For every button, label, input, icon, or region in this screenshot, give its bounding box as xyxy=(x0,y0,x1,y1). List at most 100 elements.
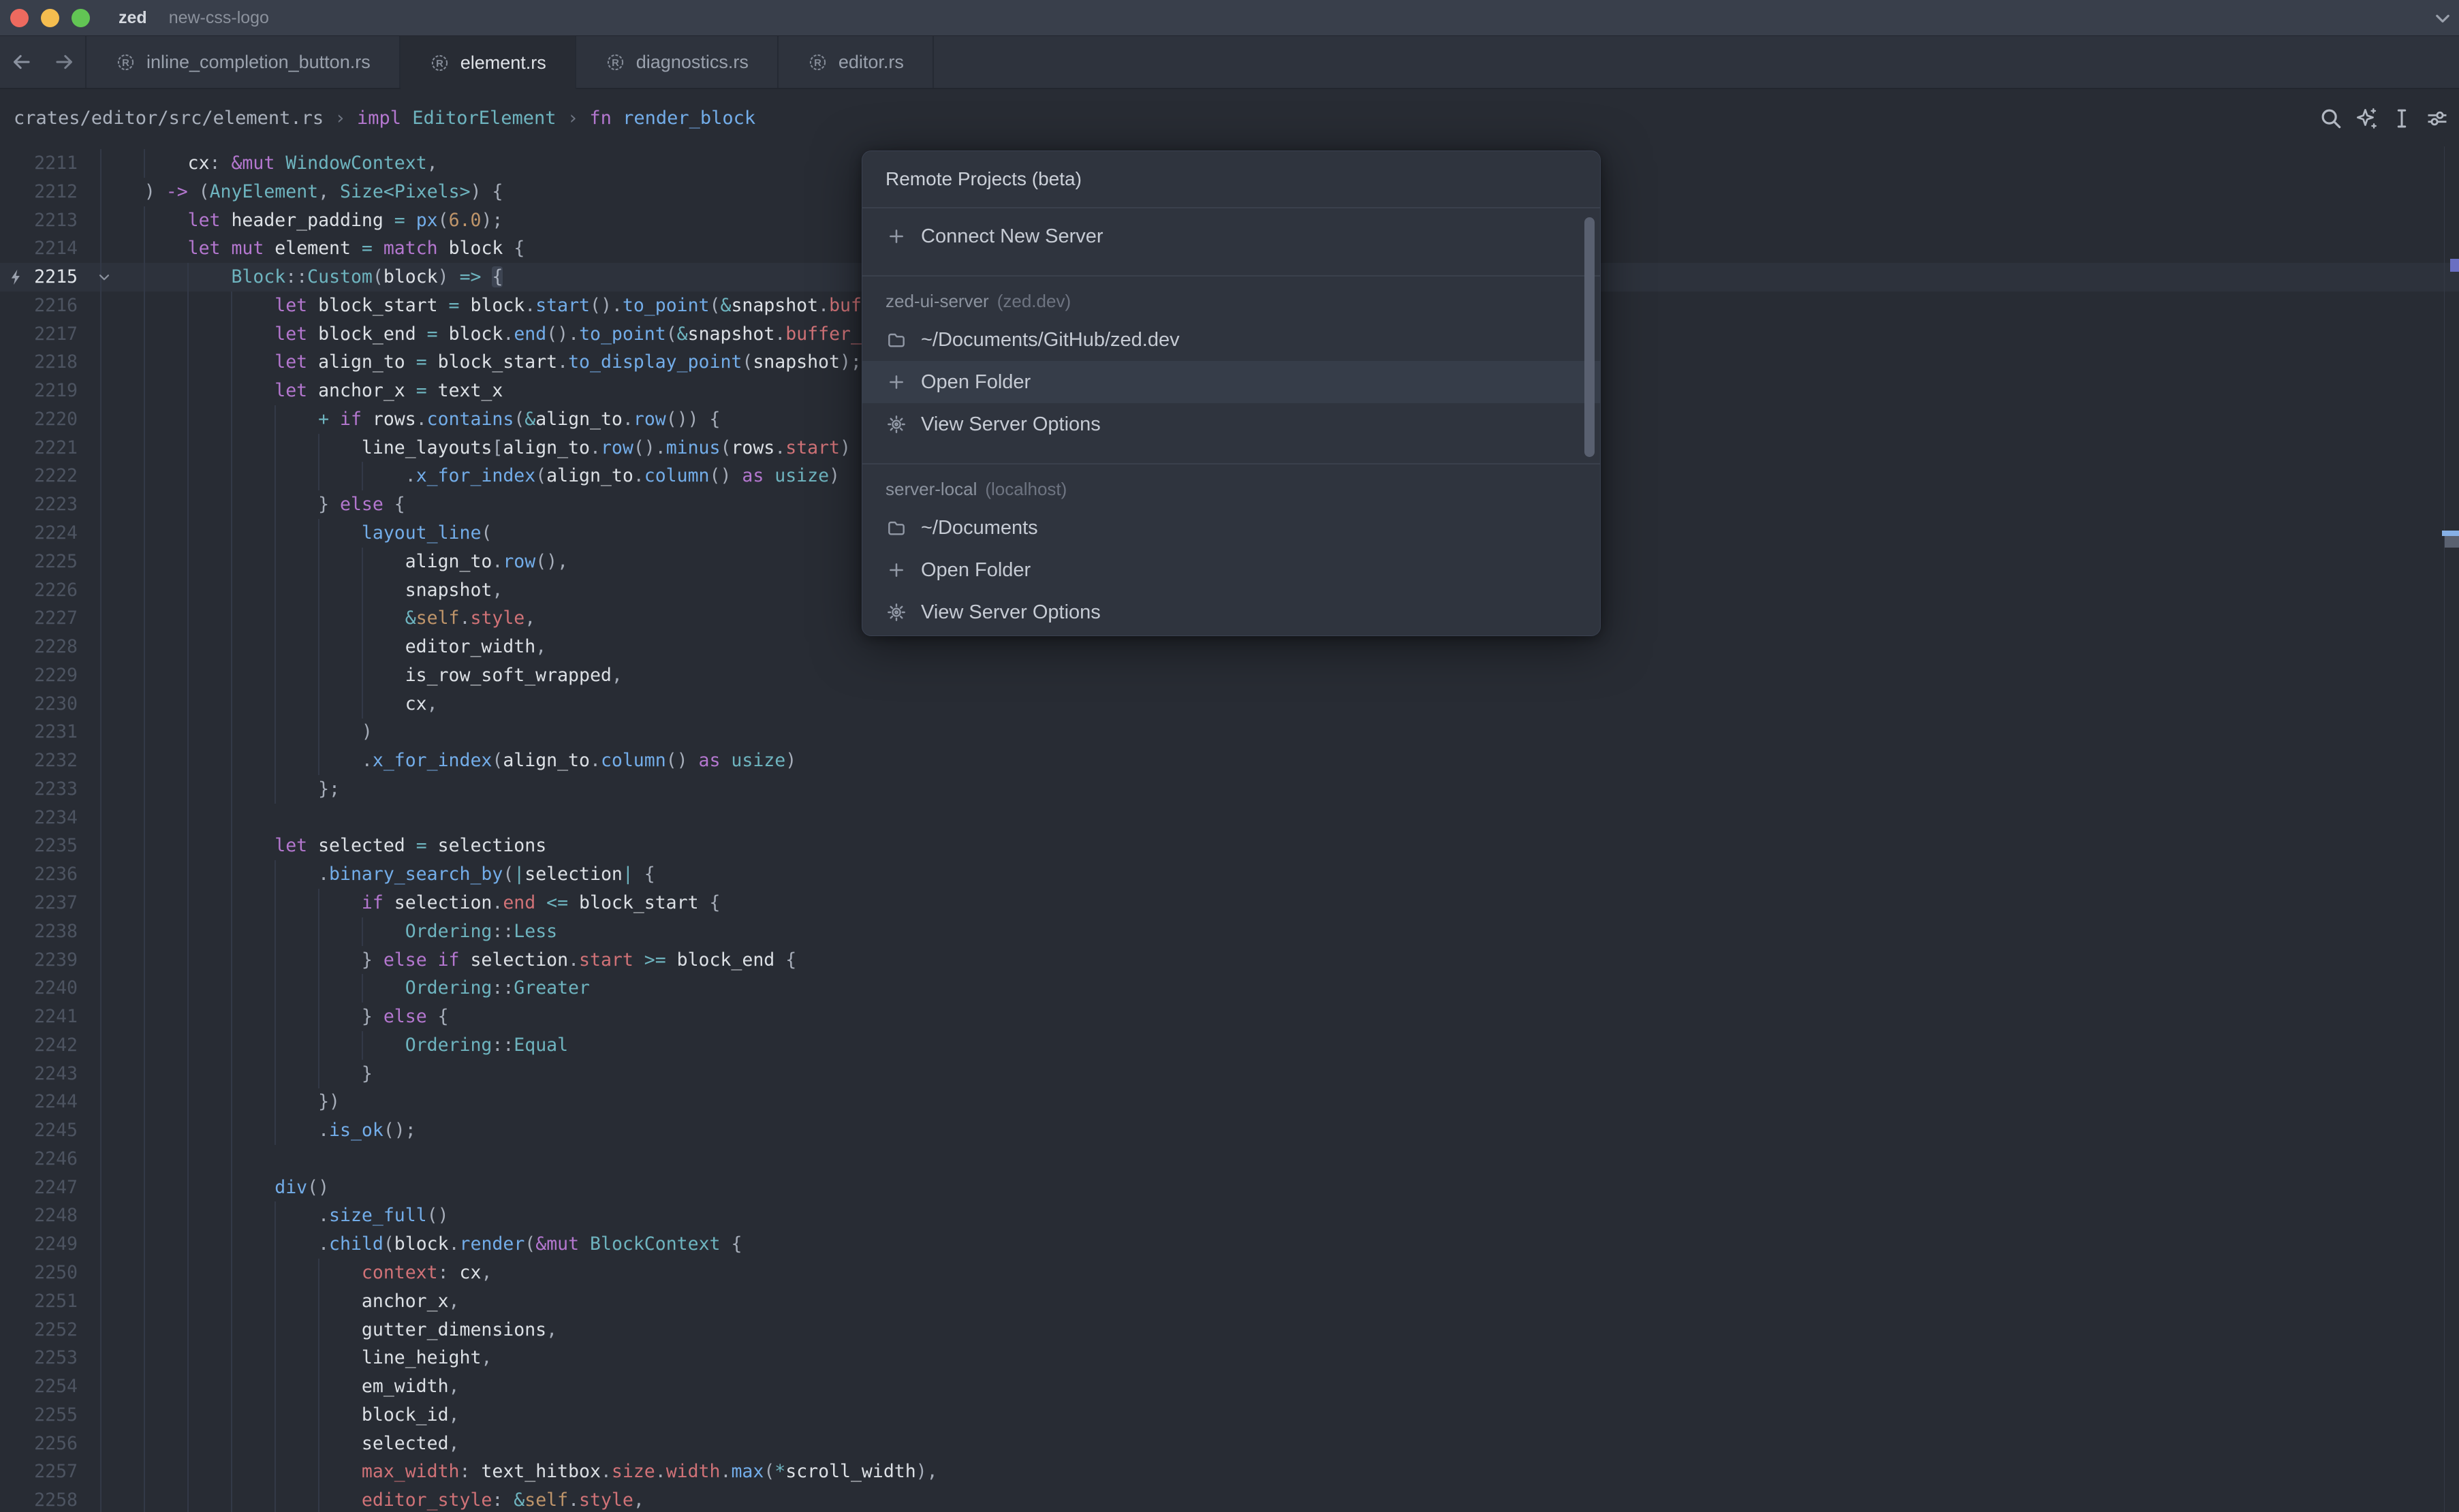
line-number[interactable]: 2244 xyxy=(0,1088,78,1116)
line-number[interactable]: 2217 xyxy=(0,320,78,349)
code-line[interactable]: 2236 .binary_search_by(|selection| { xyxy=(0,860,2459,889)
code-line[interactable]: 2248 .size_full() xyxy=(0,1201,2459,1230)
code-line[interactable]: 2233 }; xyxy=(0,775,2459,804)
line-number[interactable]: 2256 xyxy=(0,1430,78,1458)
code-line[interactable]: 2245 .is_ok(); xyxy=(0,1116,2459,1145)
close-button[interactable] xyxy=(10,9,29,27)
sliders-button[interactable] xyxy=(2419,101,2455,136)
line-number[interactable]: 2232 xyxy=(0,746,78,775)
code-line[interactable]: 2251 anchor_x, xyxy=(0,1287,2459,1316)
line-number[interactable]: 2255 xyxy=(0,1401,78,1430)
code-line[interactable]: 2232 .x_for_index(align_to.column() as u… xyxy=(0,746,2459,775)
line-number[interactable]: 2215 xyxy=(0,263,78,292)
line-number[interactable]: 2253 xyxy=(0,1344,78,1372)
line-number[interactable]: 2245 xyxy=(0,1116,78,1145)
line-number[interactable]: 2243 xyxy=(0,1060,78,1088)
line-number[interactable]: 2224 xyxy=(0,519,78,548)
line-number[interactable]: 2246 xyxy=(0,1145,78,1174)
code-line[interactable]: 2229 is_row_soft_wrapped, xyxy=(0,661,2459,690)
search-button[interactable] xyxy=(2313,101,2349,136)
code-line[interactable]: 2244 }) xyxy=(0,1088,2459,1116)
line-number[interactable]: 2211 xyxy=(0,149,78,178)
sparkles-button[interactable] xyxy=(2349,101,2384,136)
line-number[interactable]: 2220 xyxy=(0,405,78,434)
branch-name[interactable]: new-css-logo xyxy=(169,8,269,28)
code-line[interactable]: 2231 ) xyxy=(0,718,2459,746)
line-number[interactable]: 2250 xyxy=(0,1259,78,1287)
modal-scrollbar-thumb[interactable] xyxy=(1584,217,1595,457)
line-number[interactable]: 2231 xyxy=(0,718,78,746)
modal-item-open-folder[interactable]: Open Folder xyxy=(862,361,1600,403)
modal-item--documents[interactable]: ~/Documents xyxy=(862,507,1600,549)
line-number[interactable]: 2230 xyxy=(0,690,78,719)
code-line[interactable]: 2247 div() xyxy=(0,1174,2459,1202)
line-number[interactable]: 2241 xyxy=(0,1003,78,1031)
editor-scrollbar[interactable] xyxy=(2444,146,2459,1512)
code-line[interactable]: 2235 let selected = selections xyxy=(0,832,2459,860)
code-line[interactable]: 2241 } else { xyxy=(0,1003,2459,1031)
line-number[interactable]: 2216 xyxy=(0,292,78,320)
line-number[interactable]: 2234 xyxy=(0,804,78,832)
breadcrumb[interactable]: crates/editor/src/element.rs › impl Edit… xyxy=(14,108,755,129)
line-number[interactable]: 2254 xyxy=(0,1372,78,1401)
code-line[interactable]: 2250 context: cx, xyxy=(0,1259,2459,1287)
line-number[interactable]: 2236 xyxy=(0,860,78,889)
line-number[interactable]: 2251 xyxy=(0,1287,78,1316)
forward-button[interactable] xyxy=(52,49,78,75)
line-number[interactable]: 2228 xyxy=(0,633,78,661)
line-number[interactable]: 2238 xyxy=(0,917,78,946)
line-number[interactable]: 2258 xyxy=(0,1486,78,1512)
line-number[interactable]: 2239 xyxy=(0,946,78,975)
code-line[interactable]: 2242 Ordering::Equal xyxy=(0,1031,2459,1060)
line-number[interactable]: 2240 xyxy=(0,974,78,1003)
modal-item--documents-github-zed-dev[interactable]: ~/Documents/GitHub/zed.dev xyxy=(862,319,1600,361)
line-number[interactable]: 2221 xyxy=(0,434,78,462)
zoom-button[interactable] xyxy=(72,9,90,27)
line-number[interactable]: 2242 xyxy=(0,1031,78,1060)
code-line[interactable]: 2252 gutter_dimensions, xyxy=(0,1316,2459,1344)
code-line[interactable]: 2249 .child(block.render(&mut BlockConte… xyxy=(0,1230,2459,1259)
tab-element.rs[interactable]: Relement.rs xyxy=(401,36,576,89)
code-line[interactable]: 2243 } xyxy=(0,1060,2459,1088)
line-number[interactable]: 2218 xyxy=(0,348,78,377)
minimize-button[interactable] xyxy=(41,9,59,27)
line-number[interactable]: 2227 xyxy=(0,604,78,633)
code-line[interactable]: 2228 editor_width, xyxy=(0,633,2459,661)
code-line[interactable]: 2238 Ordering::Less xyxy=(0,917,2459,946)
line-number[interactable]: 2212 xyxy=(0,178,78,206)
line-number[interactable]: 2257 xyxy=(0,1458,78,1486)
code-line[interactable]: 2253 line_height, xyxy=(0,1344,2459,1372)
modal-item-view-server-options[interactable]: View Server Options xyxy=(862,591,1600,633)
line-number[interactable]: 2219 xyxy=(0,377,78,405)
line-number[interactable]: 2225 xyxy=(0,548,78,576)
line-number[interactable]: 2214 xyxy=(0,234,78,263)
project-name[interactable]: zed xyxy=(119,8,147,28)
line-number[interactable]: 2248 xyxy=(0,1201,78,1230)
line-number[interactable]: 2235 xyxy=(0,832,78,860)
code-line[interactable]: 2230 cx, xyxy=(0,690,2459,719)
line-number[interactable]: 2247 xyxy=(0,1174,78,1202)
line-number[interactable]: 2229 xyxy=(0,661,78,690)
modal-item-open-folder[interactable]: Open Folder xyxy=(862,549,1600,591)
code-line[interactable]: 2257 max_width: text_hitbox.size.width.m… xyxy=(0,1458,2459,1486)
code-line[interactable]: 2258 editor_style: &self.style, xyxy=(0,1486,2459,1512)
code-line[interactable]: 2237 if selection.end <= block_start { xyxy=(0,889,2459,917)
code-line[interactable]: 2239 } else if selection.start >= block_… xyxy=(0,946,2459,975)
tab-inline_completion_button.rs[interactable]: Rinline_completion_button.rs xyxy=(87,36,401,88)
line-number[interactable]: 2252 xyxy=(0,1316,78,1344)
tab-editor.rs[interactable]: Reditor.rs xyxy=(779,36,934,88)
code-line[interactable]: 2256 selected, xyxy=(0,1430,2459,1458)
back-button[interactable] xyxy=(8,49,34,75)
tab-diagnostics.rs[interactable]: Rdiagnostics.rs xyxy=(576,36,779,88)
line-number[interactable]: 2249 xyxy=(0,1230,78,1259)
line-number[interactable]: 2222 xyxy=(0,462,78,490)
ibeam-button[interactable] xyxy=(2384,101,2419,136)
scrollbar-thumb[interactable] xyxy=(2445,536,2459,548)
line-number[interactable]: 2213 xyxy=(0,206,78,235)
code-line[interactable]: 2246 xyxy=(0,1145,2459,1174)
code-line[interactable]: 2254 em_width, xyxy=(0,1372,2459,1401)
modal-item-view-server-options[interactable]: View Server Options xyxy=(862,403,1600,445)
line-number[interactable]: 2237 xyxy=(0,889,78,917)
code-line[interactable]: 2234 xyxy=(0,804,2459,832)
modal-item-connect-new-server[interactable]: Connect New Server xyxy=(862,215,1600,257)
